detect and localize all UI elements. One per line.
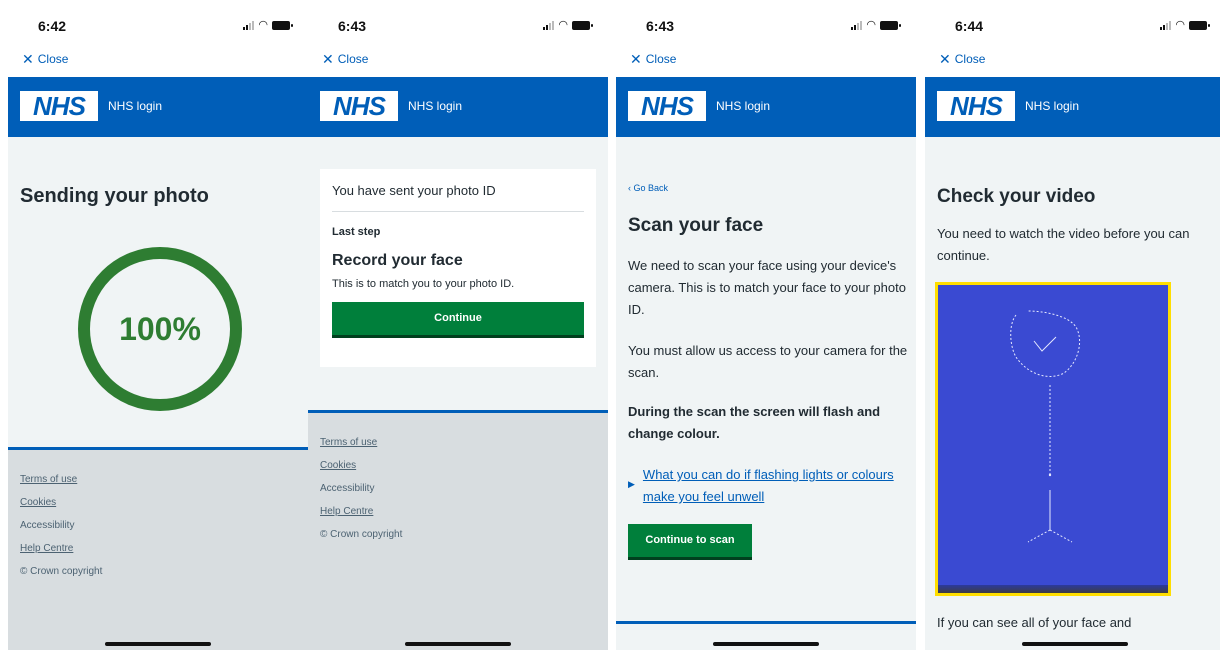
page-title: Check your video xyxy=(937,186,1096,207)
nhs-header: NHS NHS login xyxy=(308,77,608,137)
main-content: ‹ Go Back Scan your face We need to scan… xyxy=(616,137,916,650)
flash-warning-text: During the scan the screen will flash an… xyxy=(628,404,881,441)
status-bar: 6:43 ◠ xyxy=(308,8,608,48)
wifi-icon: ◠ xyxy=(866,19,876,31)
close-icon: ✕ xyxy=(322,51,334,67)
status-time: 6:44 xyxy=(955,18,984,34)
status-time: 6:43 xyxy=(338,18,367,34)
camera-access-text: You must allow us access to your camera … xyxy=(628,343,908,380)
record-face-card: You have sent your photo ID Last step Re… xyxy=(320,169,596,367)
main-content: You have sent your photo ID Last step Re… xyxy=(308,137,608,650)
sent-photo-message: You have sent your photo ID xyxy=(332,183,584,212)
status-time: 6:42 xyxy=(38,18,67,34)
footer: Terms of use Cookies Accessibility Help … xyxy=(8,447,308,650)
nhs-logo: NHS xyxy=(320,91,398,121)
header-title: NHS login xyxy=(408,99,463,113)
close-label: Close xyxy=(645,52,677,66)
nhs-header: NHS NHS login xyxy=(616,77,916,137)
status-bar: 6:44 ◠ xyxy=(925,8,1220,48)
screen-check-video: 6:44 ◠ ✕ Close NHS NHS login Check your … xyxy=(925,8,1220,650)
wifi-icon: ◠ xyxy=(1175,19,1185,31)
page-title: Scan your face xyxy=(628,215,764,236)
footer-link-cookies[interactable]: Cookies xyxy=(320,460,596,471)
status-bar: 6:43 ◠ xyxy=(616,8,916,48)
header-title: NHS login xyxy=(716,99,771,113)
nhs-logo: NHS xyxy=(628,91,706,121)
footer-link-accessibility[interactable]: Accessibility xyxy=(320,483,596,494)
battery-icon xyxy=(572,20,593,30)
close-button[interactable]: ✕ Close xyxy=(322,52,368,66)
copyright: © Crown copyright xyxy=(20,566,103,577)
nhs-logo: NHS xyxy=(20,91,98,121)
home-indicator xyxy=(1022,642,1128,646)
close-icon: ✕ xyxy=(939,51,951,67)
video-player[interactable] xyxy=(935,282,1171,596)
signal-icon xyxy=(851,20,863,30)
signal-icon xyxy=(1160,20,1172,30)
nhs-logo: NHS xyxy=(937,91,1015,121)
copyright: © Crown copyright xyxy=(320,529,403,540)
face-visible-text: If you can see all of your face and xyxy=(937,615,1132,630)
flashing-lights-link[interactable]: What you can do if flashing lights or co… xyxy=(643,464,908,508)
close-button[interactable]: ✕ Close xyxy=(630,52,676,66)
wifi-icon: ◠ xyxy=(258,19,268,31)
status-icons: ◠ xyxy=(243,19,293,31)
header-title: NHS login xyxy=(1025,99,1080,113)
continue-button[interactable]: Continue xyxy=(332,302,584,338)
battery-icon xyxy=(272,20,293,30)
battery-icon xyxy=(880,20,901,30)
main-content: Check your video You need to watch the v… xyxy=(925,137,1220,650)
home-indicator xyxy=(405,642,511,646)
page-title: Sending your photo xyxy=(20,185,209,207)
nhs-header: NHS NHS login xyxy=(925,77,1220,137)
progress-ring: 100% xyxy=(78,247,242,411)
close-label: Close xyxy=(337,52,369,66)
status-bar: 6:42 ◠ xyxy=(8,8,308,48)
footer-link-terms[interactable]: Terms of use xyxy=(20,474,296,485)
close-icon: ✕ xyxy=(630,51,642,67)
status-icons: ◠ xyxy=(543,19,593,31)
scan-intro-text: We need to scan your face using your dev… xyxy=(628,258,906,317)
video-floor xyxy=(938,585,1168,593)
continue-to-scan-button[interactable]: Continue to scan xyxy=(628,524,752,560)
status-time: 6:43 xyxy=(646,18,675,34)
footer-link-terms[interactable]: Terms of use xyxy=(320,437,596,448)
face-outline-graphic xyxy=(1010,310,1080,543)
close-button[interactable]: ✕ Close xyxy=(939,52,985,66)
home-indicator xyxy=(713,642,819,646)
screen-record-face: 6:43 ◠ ✕ Close NHS NHS login You have se… xyxy=(308,8,608,650)
record-face-title: Record your face xyxy=(332,252,463,269)
last-step-label: Last step xyxy=(332,226,381,238)
footer-link-accessibility[interactable]: Accessibility xyxy=(20,520,296,531)
nhs-header: NHS NHS login xyxy=(8,77,308,137)
footer-divider xyxy=(616,621,916,624)
main-content: Sending your photo 100% Terms of use Coo… xyxy=(8,137,308,650)
close-label: Close xyxy=(954,52,986,66)
screen-scan-face: 6:43 ◠ ✕ Close NHS NHS login ‹ Go Back S… xyxy=(616,8,916,650)
screen-sending-photo: 6:42 ◠ ✕ Close NHS NHS login Sending you… xyxy=(8,8,308,650)
header-title: NHS login xyxy=(108,99,163,113)
battery-icon xyxy=(1189,20,1210,30)
footer: Terms of use Cookies Accessibility Help … xyxy=(308,410,608,650)
progress-label: 100% xyxy=(119,310,201,347)
watch-video-text: You need to watch the video before you c… xyxy=(937,226,1190,263)
match-description: This is to match you to your photo ID. xyxy=(332,278,515,290)
flashing-lights-details[interactable]: ▶ What you can do if flashing lights or … xyxy=(628,464,908,508)
close-button[interactable]: ✕ Close xyxy=(22,52,68,66)
footer-link-help[interactable]: Help Centre xyxy=(320,506,596,517)
home-indicator xyxy=(105,642,211,646)
signal-icon xyxy=(543,20,555,30)
go-back-link[interactable]: ‹ Go Back xyxy=(628,183,668,193)
footer-link-help[interactable]: Help Centre xyxy=(20,543,296,554)
status-icons: ◠ xyxy=(851,19,901,31)
signal-icon xyxy=(243,20,255,30)
close-label: Close xyxy=(37,52,69,66)
wifi-icon: ◠ xyxy=(558,19,568,31)
status-icons: ◠ xyxy=(1160,19,1210,31)
triangle-right-icon: ▶ xyxy=(628,479,635,489)
footer-link-cookies[interactable]: Cookies xyxy=(20,497,296,508)
close-icon: ✕ xyxy=(22,51,34,67)
